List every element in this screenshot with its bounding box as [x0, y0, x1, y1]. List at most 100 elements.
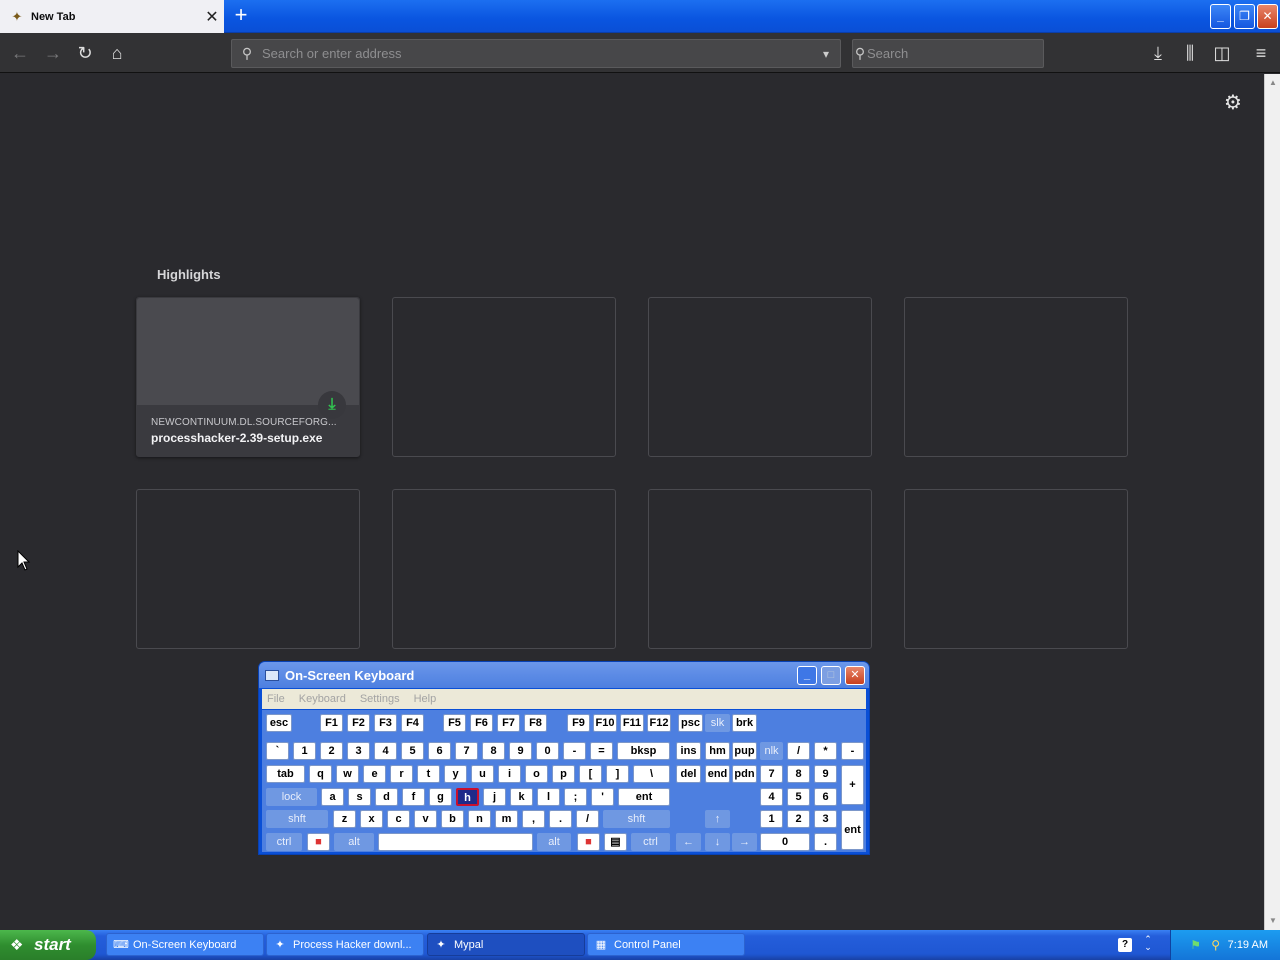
search-input[interactable] — [867, 46, 1043, 61]
key-0[interactable]: 0 — [536, 742, 559, 760]
osk-menu-settings[interactable]: Settings — [360, 693, 400, 705]
key-equals[interactable]: = — [590, 742, 613, 760]
gear-icon[interactable]: ⚙ — [1222, 92, 1244, 114]
key-num-lock[interactable]: nlk — [760, 742, 783, 760]
key-l[interactable]: l — [537, 788, 560, 806]
arrow-right-icon[interactable]: → — [732, 833, 757, 851]
key-enter[interactable]: ent — [618, 788, 670, 806]
key-w[interactable]: w — [336, 765, 359, 783]
key-3[interactable]: 3 — [347, 742, 370, 760]
key-b[interactable]: b — [441, 810, 464, 828]
key-p[interactable]: p — [552, 765, 575, 783]
chevron-up-down-icon[interactable]: ⌃ ⌄ — [1142, 935, 1154, 952]
key-esc[interactable]: esc — [266, 714, 292, 732]
key-numpad-0[interactable]: 0 — [760, 833, 810, 851]
back-arrow-icon[interactable]: ← — [8, 41, 32, 65]
scroll-down-icon[interactable]: ▼ — [1268, 916, 1278, 925]
key-6[interactable]: 6 — [428, 742, 451, 760]
hamburger-menu-icon[interactable]: ≡ — [1249, 41, 1273, 65]
help-icon[interactable]: ? — [1118, 938, 1132, 952]
task-process-hacker[interactable]: ✦ Process Hacker downl... — [266, 933, 424, 956]
key-f1[interactable]: F1 — [320, 714, 343, 732]
key-delete[interactable]: del — [676, 765, 701, 783]
key-e[interactable]: e — [363, 765, 386, 783]
key-windows-icon[interactable]: ■ — [577, 833, 600, 851]
clock[interactable]: 7:19 AM — [1228, 939, 1268, 951]
tab-new-tab[interactable]: ✦ New Tab ✕ — [0, 0, 224, 33]
osk-menu-help[interactable]: Help — [414, 693, 437, 705]
key-numpad-1[interactable]: 1 — [760, 810, 783, 828]
key-f5[interactable]: F5 — [443, 714, 466, 732]
key-f11[interactable]: F11 — [620, 714, 644, 732]
key-left-bracket[interactable]: [ — [579, 765, 602, 783]
home-icon[interactable]: ⌂ — [105, 41, 129, 65]
key-right-bracket[interactable]: ] — [606, 765, 629, 783]
key-f10[interactable]: F10 — [593, 714, 617, 732]
key-f9[interactable]: F9 — [567, 714, 590, 732]
key-slash[interactable]: / — [576, 810, 599, 828]
reload-icon[interactable]: ↻ — [73, 41, 97, 65]
key-a[interactable]: a — [321, 788, 344, 806]
key-numpad-8[interactable]: 8 — [787, 765, 810, 783]
key-m[interactable]: m — [495, 810, 518, 828]
key-v[interactable]: v — [414, 810, 437, 828]
key-end[interactable]: end — [705, 765, 730, 783]
key-1[interactable]: 1 — [293, 742, 316, 760]
key-s[interactable]: s — [348, 788, 371, 806]
key-numpad-decimal[interactable]: . — [814, 833, 837, 851]
sidebar-icon[interactable]: ◫ — [1210, 41, 1234, 65]
key-k[interactable]: k — [510, 788, 533, 806]
tab-close-icon[interactable]: ✕ — [200, 7, 224, 27]
window-restore-button[interactable]: ❐ — [1234, 4, 1255, 29]
key-page-down[interactable]: pdn — [732, 765, 757, 783]
key-left-shift[interactable]: shft — [266, 810, 328, 828]
key-page-up[interactable]: pup — [732, 742, 757, 760]
key-f12[interactable]: F12 — [647, 714, 671, 732]
key-f[interactable]: f — [402, 788, 425, 806]
new-tab-plus-icon[interactable]: + — [228, 4, 254, 28]
key-numpad-add[interactable]: + — [841, 765, 864, 805]
key-quote[interactable]: ' — [591, 788, 614, 806]
key-numpad-enter[interactable]: ent — [841, 810, 864, 850]
task-mypal[interactable]: ✦ Mypal — [427, 933, 585, 956]
osk-titlebar[interactable]: On-Screen Keyboard — [259, 662, 869, 688]
key-psc[interactable]: psc — [678, 714, 703, 732]
key-numpad-divide[interactable]: / — [787, 742, 810, 760]
key-y[interactable]: y — [444, 765, 467, 783]
key-8[interactable]: 8 — [482, 742, 505, 760]
downloads-icon[interactable]: ⤓ — [1146, 41, 1170, 65]
forward-arrow-icon[interactable]: → — [41, 41, 65, 65]
window-minimize-button[interactable]: _ — [1210, 4, 1231, 29]
key-q[interactable]: q — [309, 765, 332, 783]
key-backslash[interactable]: \ — [633, 765, 670, 783]
key-f7[interactable]: F7 — [497, 714, 520, 732]
key-2[interactable]: 2 — [320, 742, 343, 760]
key-numpad-subtract[interactable]: - — [841, 742, 864, 760]
key-semicolon[interactable]: ; — [564, 788, 587, 806]
key-d[interactable]: d — [375, 788, 398, 806]
search-bar[interactable]: ⚲ — [852, 39, 1044, 68]
key-numpad-4[interactable]: 4 — [760, 788, 783, 806]
key-windows-icon[interactable]: ■ — [307, 833, 330, 851]
osk-minimize-button[interactable]: _ — [797, 666, 817, 685]
key-x[interactable]: x — [360, 810, 383, 828]
key-t[interactable]: t — [417, 765, 440, 783]
key-4[interactable]: 4 — [374, 742, 397, 760]
key-u[interactable]: u — [471, 765, 494, 783]
key-right-ctrl[interactable]: ctrl — [631, 833, 670, 851]
key-f8[interactable]: F8 — [524, 714, 547, 732]
scroll-up-icon[interactable]: ▲ — [1268, 78, 1278, 87]
key-menu-icon[interactable]: ▤ — [604, 833, 627, 851]
url-bar[interactable]: ⚲ ▾ — [231, 39, 841, 68]
key-left-alt[interactable]: alt — [334, 833, 374, 851]
key-tab[interactable]: tab — [266, 765, 305, 783]
key-h[interactable]: h — [456, 788, 479, 806]
highlight-card[interactable]: ⤓ NEWCONTINUUM.DL.SOURCEFORG... processh… — [136, 297, 360, 457]
key-home[interactable]: hm — [705, 742, 730, 760]
key-numpad-3[interactable]: 3 — [814, 810, 837, 828]
key-5[interactable]: 5 — [401, 742, 424, 760]
key-f3[interactable]: F3 — [374, 714, 397, 732]
key-r[interactable]: r — [390, 765, 413, 783]
key-numpad-6[interactable]: 6 — [814, 788, 837, 806]
chevron-down-icon[interactable]: ▾ — [812, 47, 840, 61]
